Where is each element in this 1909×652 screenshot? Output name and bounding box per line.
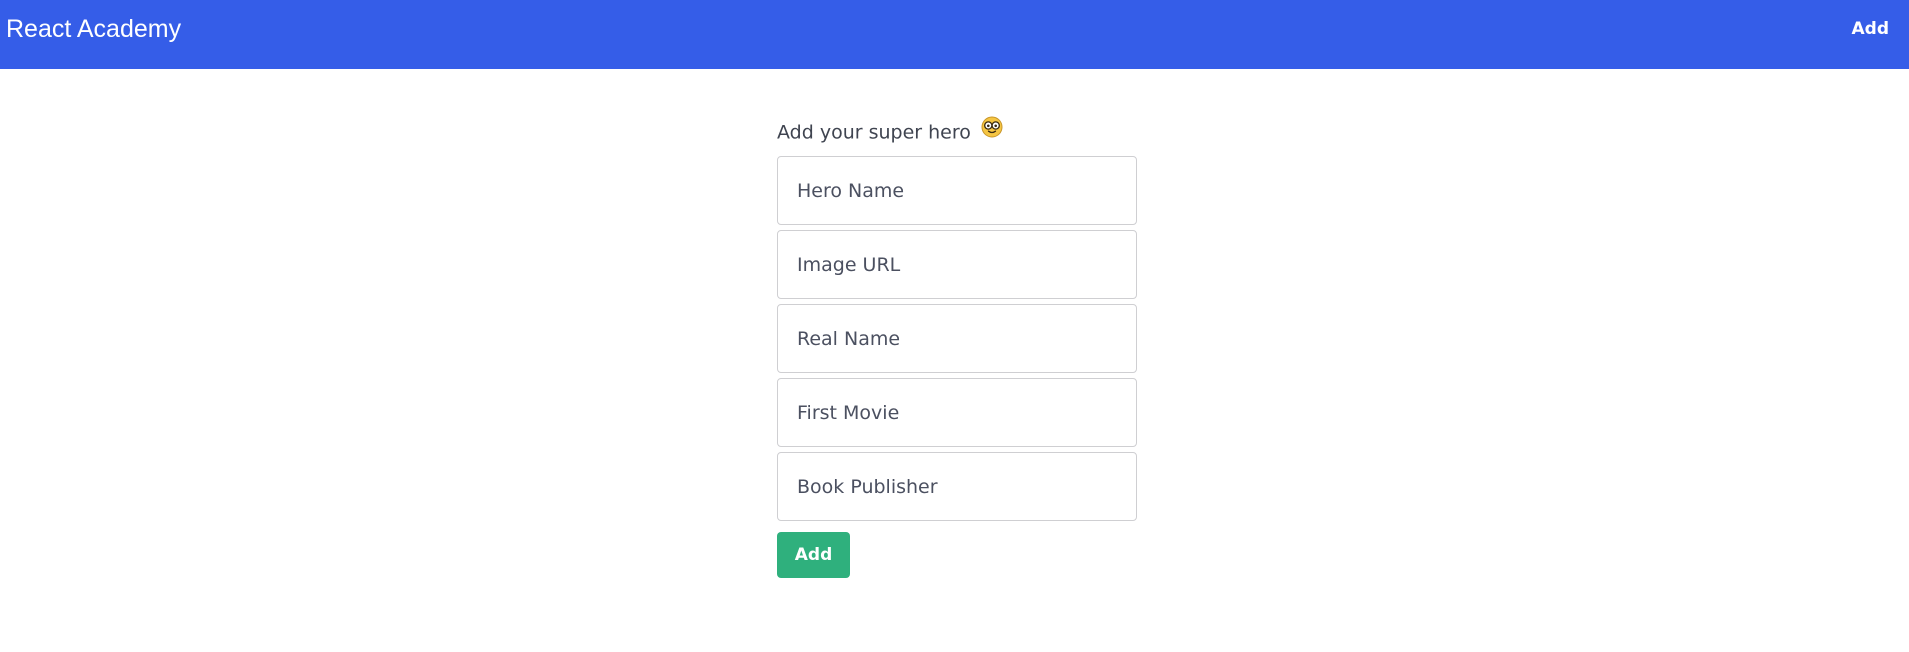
image-url-input[interactable] bbox=[777, 230, 1137, 299]
form-title: Add your super hero bbox=[777, 116, 1137, 146]
real-name-input[interactable] bbox=[777, 304, 1137, 373]
add-hero-button[interactable]: Add bbox=[777, 532, 850, 578]
hero-name-input[interactable] bbox=[777, 156, 1137, 225]
form-title-text: Add your super hero bbox=[777, 121, 971, 144]
face-with-glasses-icon bbox=[981, 116, 1003, 146]
nav-add-link[interactable]: Add bbox=[1852, 18, 1890, 40]
brand-link[interactable]: React Academy bbox=[6, 14, 181, 44]
add-hero-form: Add your super hero Add bbox=[777, 116, 1137, 578]
first-movie-input[interactable] bbox=[777, 378, 1137, 447]
book-publisher-input[interactable] bbox=[777, 452, 1137, 521]
top-navbar: React Academy Add bbox=[0, 0, 1909, 69]
